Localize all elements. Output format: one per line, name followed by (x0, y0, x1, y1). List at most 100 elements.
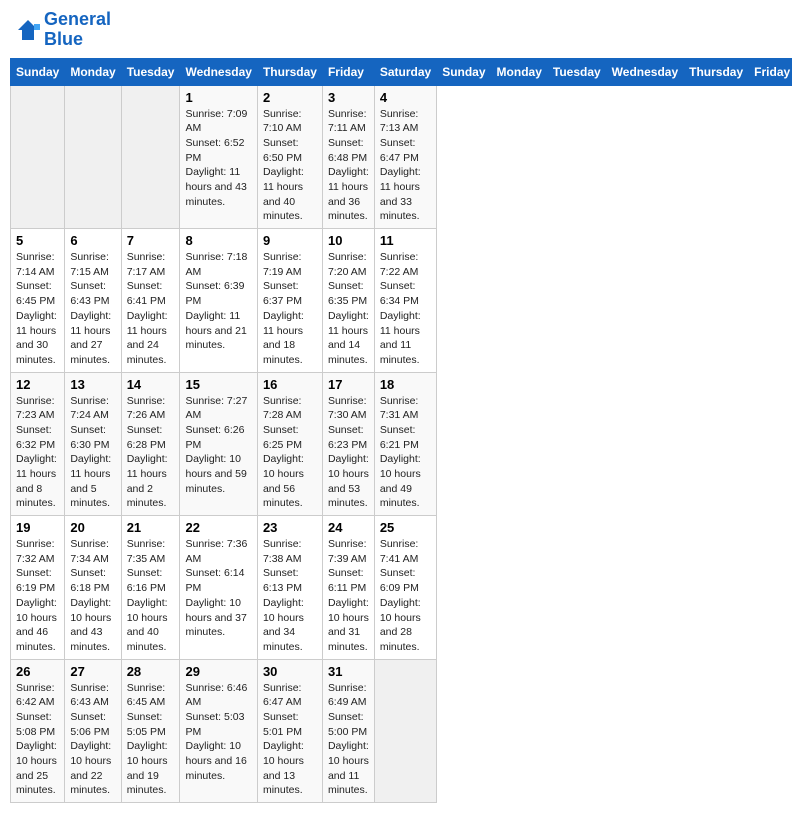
calendar-cell: 22Sunrise: 7:36 AMSunset: 6:14 PMDayligh… (180, 516, 257, 660)
day-number: 29 (185, 664, 251, 679)
day-info: Sunrise: 7:31 AMSunset: 6:21 PMDaylight:… (380, 394, 431, 512)
header-day-tuesday: Tuesday (547, 58, 606, 85)
calendar-week-4: 19 Sunrise: 7:32 AMSunset: 6:19 PMDayligh… (11, 516, 792, 660)
day-number: 15 (185, 377, 251, 392)
day-info: Sunrise: 7:24 AMSunset: 6:30 PMDaylight:… (70, 394, 115, 512)
day-number: 2 (263, 90, 317, 105)
header-day-wednesday: Wednesday (606, 58, 683, 85)
calendar-cell: 20 Sunrise: 7:34 AMSunset: 6:18 PMDayligh… (65, 516, 121, 660)
day-number: 4 (380, 90, 431, 105)
day-info: Sunrise: 7:09 AMSunset: 6:52 PMDaylight:… (185, 107, 251, 210)
header-day-sunday: Sunday (437, 58, 491, 85)
day-info: Sunrise: 7:38 AMSunset: 6:13 PMDaylight:… (263, 537, 317, 655)
day-number: 25 (380, 520, 431, 535)
day-number: 6 (70, 233, 115, 248)
calendar-cell: 24 Sunrise: 7:39 AMSunset: 6:11 PMDayligh… (322, 516, 374, 660)
day-number: 20 (70, 520, 115, 535)
header-day-thursday: Thursday (684, 58, 749, 85)
calendar-cell: 29 Sunrise: 6:46 AMSunset: 5:03 PMDayligh… (180, 659, 257, 803)
calendar-cell: 1Sunrise: 7:09 AMSunset: 6:52 PMDaylight… (180, 85, 257, 229)
calendar-cell (374, 659, 436, 803)
calendar-cell: 10 Sunrise: 7:20 AMSunset: 6:35 PMDayligh… (322, 229, 374, 373)
calendar-cell: 14Sunrise: 7:26 AMSunset: 6:28 PMDayligh… (121, 372, 180, 516)
day-info: Sunrise: 7:41 AMSunset: 6:09 PMDaylight:… (380, 537, 431, 655)
day-number: 14 (127, 377, 175, 392)
day-info: Sunrise: 6:45 AMSunset: 5:05 PMDaylight:… (127, 681, 175, 799)
calendar-cell (11, 85, 65, 229)
header-day-wednesday: Wednesday (180, 58, 257, 85)
day-number: 10 (328, 233, 369, 248)
calendar-cell: 15 Sunrise: 7:27 AMSunset: 6:26 PMDayligh… (180, 372, 257, 516)
day-info: Sunrise: 7:17 AMSunset: 6:41 PMDaylight:… (127, 250, 175, 368)
day-number: 13 (70, 377, 115, 392)
day-number: 11 (380, 233, 431, 248)
calendar-table: SundayMondayTuesdayWednesdayThursdayFrid… (10, 58, 792, 804)
day-info: Sunrise: 6:46 AMSunset: 5:03 PMDaylight:… (185, 681, 251, 784)
calendar-cell: 27 Sunrise: 6:43 AMSunset: 5:06 PMDayligh… (65, 659, 121, 803)
day-number: 5 (16, 233, 59, 248)
day-info: Sunrise: 7:14 AMSunset: 6:45 PMDaylight:… (16, 250, 59, 368)
day-number: 28 (127, 664, 175, 679)
day-info: Sunrise: 7:32 AMSunset: 6:19 PMDaylight:… (16, 537, 59, 655)
day-number: 26 (16, 664, 59, 679)
day-info: Sunrise: 6:43 AMSunset: 5:06 PMDaylight:… (70, 681, 115, 799)
calendar-cell: 9 Sunrise: 7:19 AMSunset: 6:37 PMDaylight… (257, 229, 322, 373)
day-number: 31 (328, 664, 369, 679)
day-info: Sunrise: 7:35 AMSunset: 6:16 PMDaylight:… (127, 537, 175, 655)
calendar-cell: 16 Sunrise: 7:28 AMSunset: 6:25 PMDayligh… (257, 372, 322, 516)
calendar-cell (65, 85, 121, 229)
calendar-week-3: 12 Sunrise: 7:23 AMSunset: 6:32 PMDayligh… (11, 372, 792, 516)
day-number: 9 (263, 233, 317, 248)
header-day-thursday: Thursday (257, 58, 322, 85)
header-day-friday: Friday (322, 58, 374, 85)
day-number: 24 (328, 520, 369, 535)
header-day-sunday: Sunday (11, 58, 65, 85)
calendar-cell: 30 Sunrise: 6:47 AMSunset: 5:01 PMDayligh… (257, 659, 322, 803)
calendar-cell: 17 Sunrise: 7:30 AMSunset: 6:23 PMDayligh… (322, 372, 374, 516)
calendar-week-2: 5 Sunrise: 7:14 AMSunset: 6:45 PMDaylight… (11, 229, 792, 373)
day-info: Sunrise: 7:22 AMSunset: 6:34 PMDaylight:… (380, 250, 431, 368)
day-info: Sunrise: 7:23 AMSunset: 6:32 PMDaylight:… (16, 394, 59, 512)
day-number: 18 (380, 377, 431, 392)
day-info: Sunrise: 7:34 AMSunset: 6:18 PMDaylight:… (70, 537, 115, 655)
logo-text: General Blue (44, 10, 111, 50)
calendar-cell: 12 Sunrise: 7:23 AMSunset: 6:32 PMDayligh… (11, 372, 65, 516)
day-number: 8 (185, 233, 251, 248)
day-info: Sunrise: 7:18 AMSunset: 6:39 PMDaylight:… (185, 250, 251, 353)
header-day-saturday: Saturday (374, 58, 436, 85)
logo: General Blue (14, 10, 111, 50)
calendar-week-5: 26 Sunrise: 6:42 AMSunset: 5:08 PMDayligh… (11, 659, 792, 803)
header-day-tuesday: Tuesday (121, 58, 180, 85)
day-info: Sunrise: 7:20 AMSunset: 6:35 PMDaylight:… (328, 250, 369, 368)
day-info: Sunrise: 7:30 AMSunset: 6:23 PMDaylight:… (328, 394, 369, 512)
day-number: 19 (16, 520, 59, 535)
calendar-header-row: SundayMondayTuesdayWednesdayThursdayFrid… (11, 58, 792, 85)
day-number: 27 (70, 664, 115, 679)
header-day-friday: Friday (749, 58, 792, 85)
header-day-monday: Monday (491, 58, 547, 85)
calendar-cell: 23Sunrise: 7:38 AMSunset: 6:13 PMDayligh… (257, 516, 322, 660)
calendar-cell: 13 Sunrise: 7:24 AMSunset: 6:30 PMDayligh… (65, 372, 121, 516)
day-number: 17 (328, 377, 369, 392)
day-number: 30 (263, 664, 317, 679)
calendar-cell: 6Sunrise: 7:15 AMSunset: 6:43 PMDaylight… (65, 229, 121, 373)
calendar-cell: 25 Sunrise: 7:41 AMSunset: 6:09 PMDayligh… (374, 516, 436, 660)
day-number: 7 (127, 233, 175, 248)
day-info: Sunrise: 6:47 AMSunset: 5:01 PMDaylight:… (263, 681, 317, 799)
day-info: Sunrise: 7:19 AMSunset: 6:37 PMDaylight:… (263, 250, 317, 368)
calendar-cell: 8 Sunrise: 7:18 AMSunset: 6:39 PMDaylight… (180, 229, 257, 373)
day-info: Sunrise: 7:39 AMSunset: 6:11 PMDaylight:… (328, 537, 369, 655)
day-number: 12 (16, 377, 59, 392)
day-info: Sunrise: 6:42 AMSunset: 5:08 PMDaylight:… (16, 681, 59, 799)
day-info: Sunrise: 7:27 AMSunset: 6:26 PMDaylight:… (185, 394, 251, 497)
calendar-cell: 2 Sunrise: 7:10 AMSunset: 6:50 PMDaylight… (257, 85, 322, 229)
day-number: 16 (263, 377, 317, 392)
day-number: 3 (328, 90, 369, 105)
day-info: Sunrise: 7:10 AMSunset: 6:50 PMDaylight:… (263, 107, 317, 225)
header-day-monday: Monday (65, 58, 121, 85)
calendar-cell: 11 Sunrise: 7:22 AMSunset: 6:34 PMDayligh… (374, 229, 436, 373)
calendar-cell: 28 Sunrise: 6:45 AMSunset: 5:05 PMDayligh… (121, 659, 180, 803)
day-info: Sunrise: 7:28 AMSunset: 6:25 PMDaylight:… (263, 394, 317, 512)
calendar-cell: 4Sunrise: 7:13 AMSunset: 6:47 PMDaylight… (374, 85, 436, 229)
calendar-cell: 26 Sunrise: 6:42 AMSunset: 5:08 PMDayligh… (11, 659, 65, 803)
